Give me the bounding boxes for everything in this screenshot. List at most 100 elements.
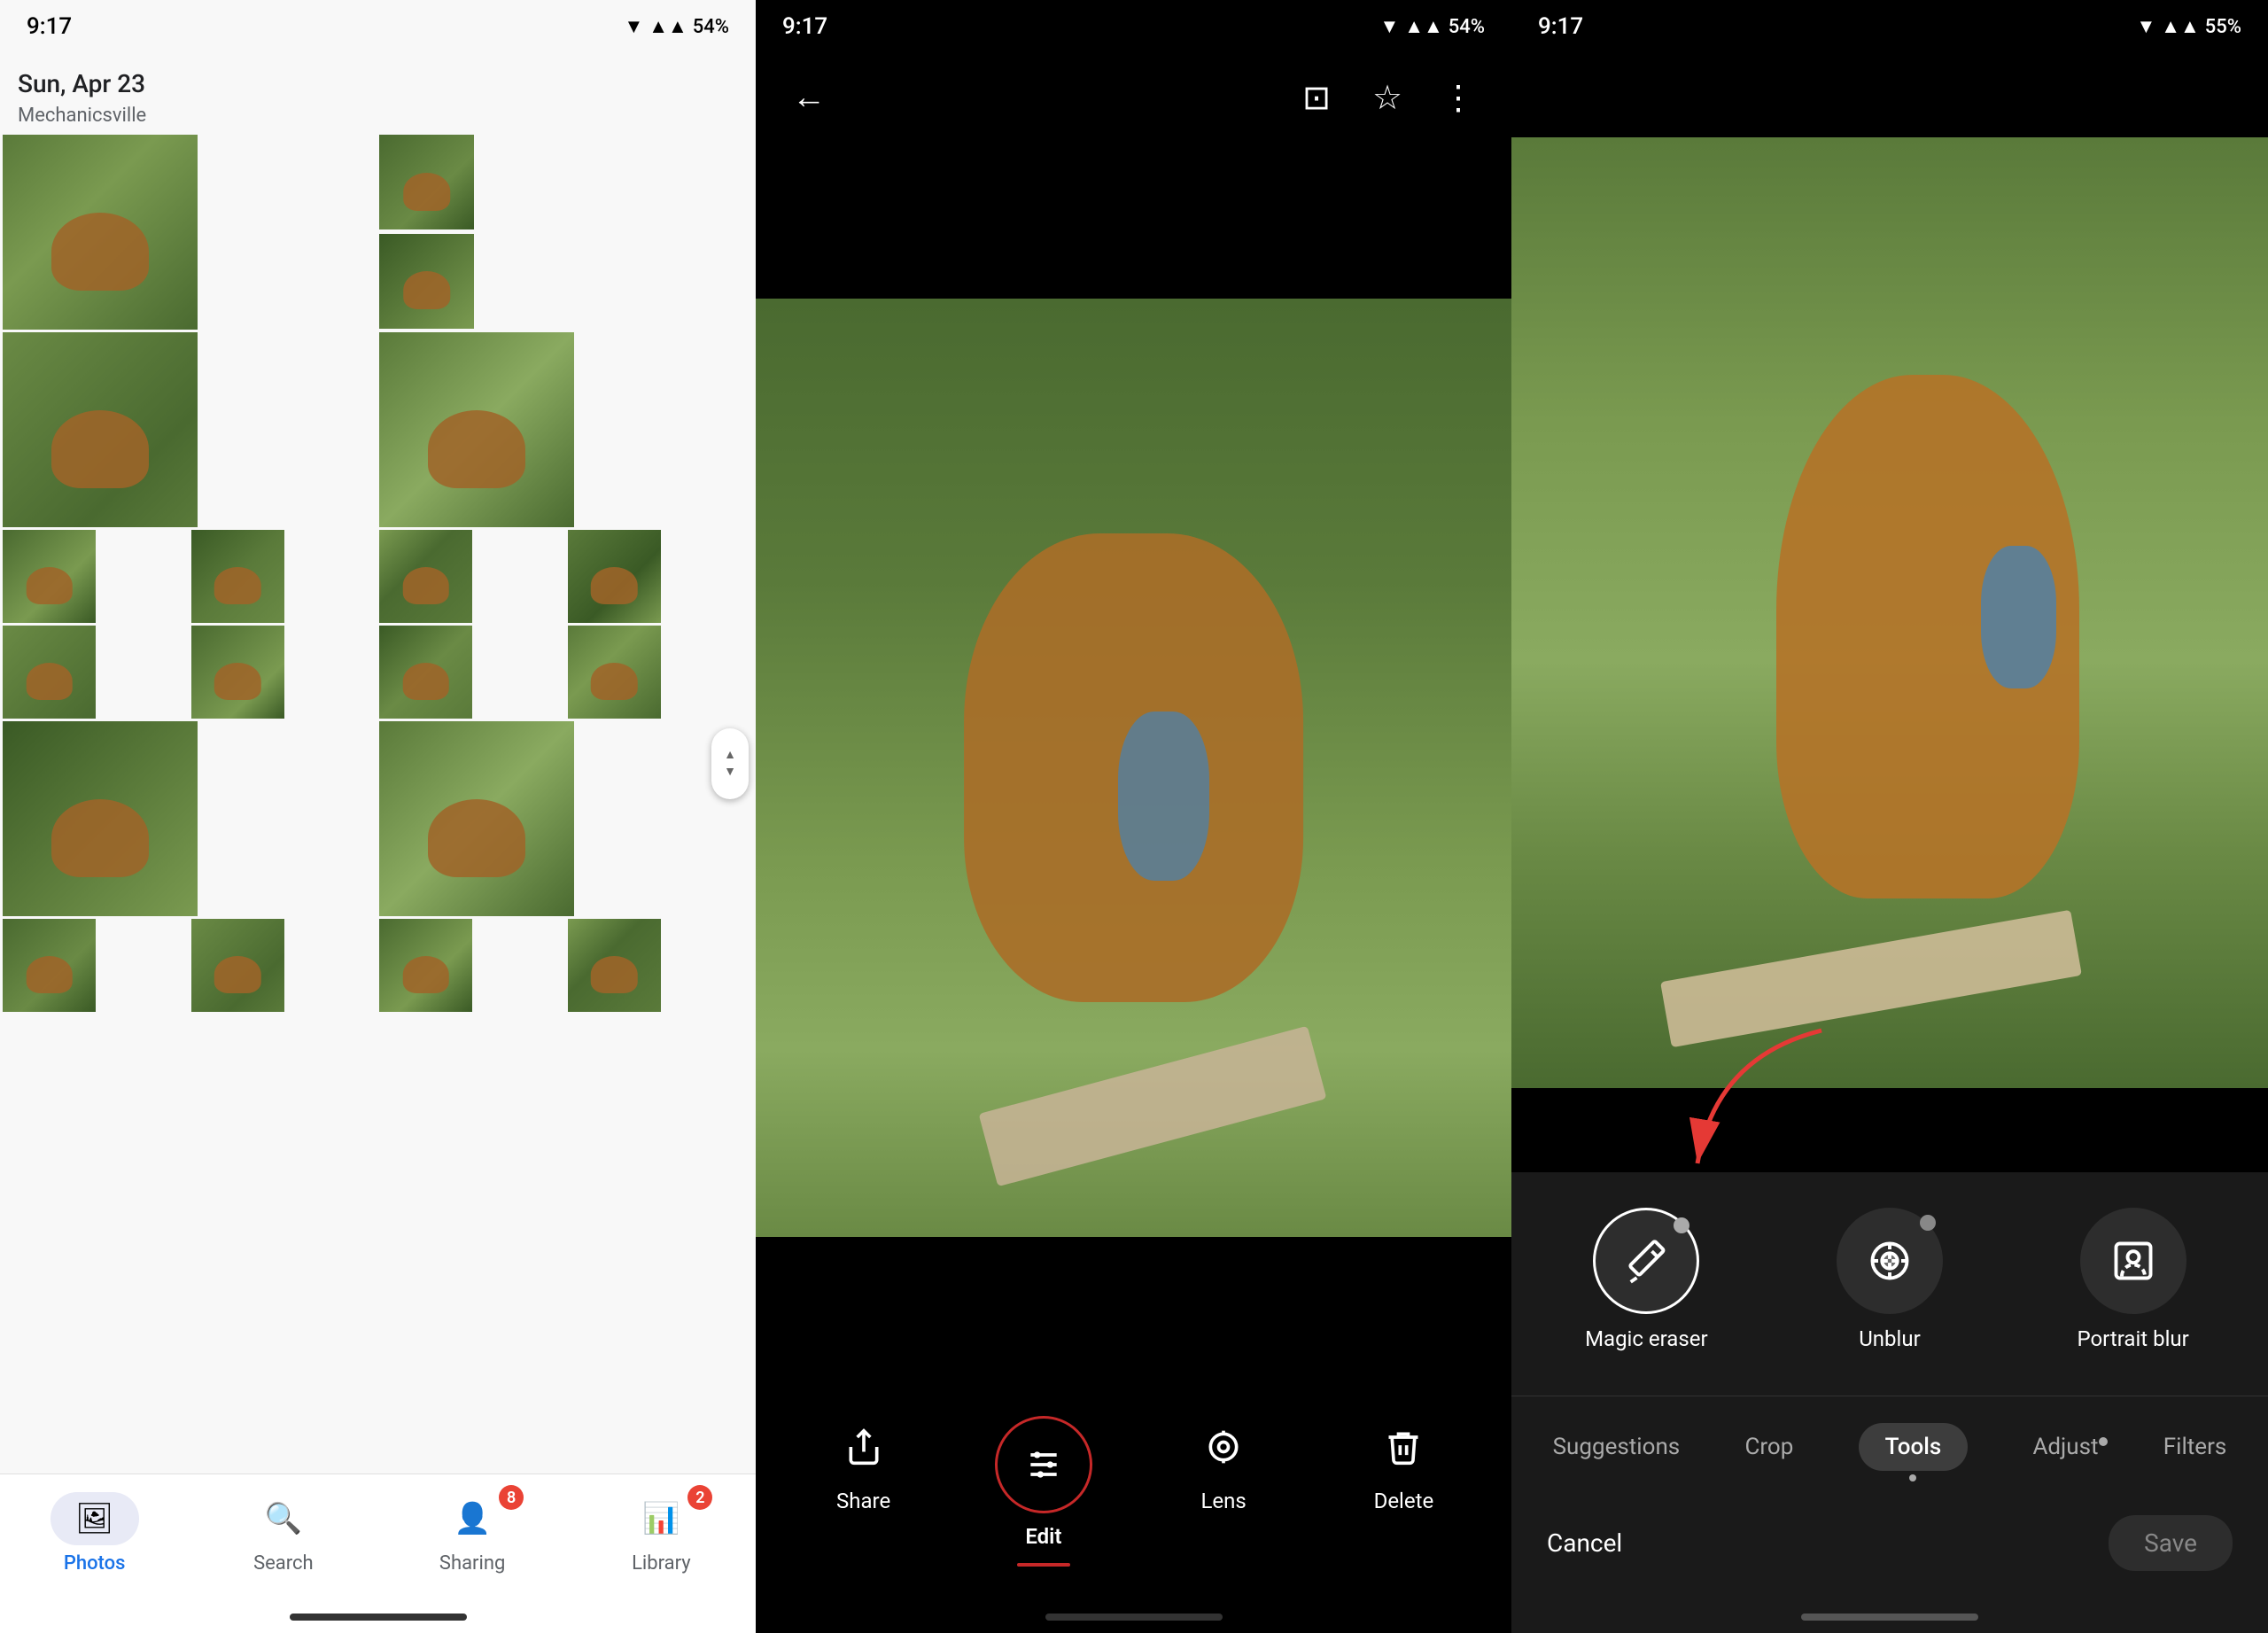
edit-circle — [995, 1416, 1092, 1513]
magic-eraser-label: Magic eraser — [1585, 1326, 1708, 1351]
unblur-icon-bg — [1837, 1208, 1943, 1314]
photo-cell-11[interactable] — [191, 626, 284, 719]
magic-eraser-icon-bg — [1593, 1208, 1699, 1314]
back-button[interactable]: ← — [782, 71, 835, 124]
photo-cell-15[interactable] — [379, 721, 574, 916]
nav-item-photos[interactable]: 🖼 Photos — [0, 1492, 189, 1575]
photo-cell-7[interactable] — [191, 530, 284, 623]
viewer-toolbar: ← ⊡ ☆ ⋮ — [756, 53, 1511, 142]
favorite-button[interactable]: ☆ — [1361, 71, 1414, 124]
scroll-handle[interactable] — [711, 728, 749, 799]
share-icon — [833, 1416, 895, 1478]
viewer-image-area[interactable] — [756, 142, 1511, 1394]
photo-cell-12[interactable] — [379, 626, 472, 719]
signal-icon: ▲▲ — [649, 15, 687, 38]
photo-cell-17[interactable] — [191, 919, 284, 1012]
cancel-button[interactable]: Cancel — [1547, 1528, 1622, 1558]
adjust-label: Adjust — [2032, 1434, 2098, 1460]
photo-cell-5[interactable] — [379, 332, 574, 527]
photo-cell-4[interactable] — [3, 332, 198, 527]
photo-cell-3[interactable] — [379, 234, 474, 329]
home-indicator-panel2 — [756, 1589, 1511, 1633]
status-bar-panel1: 9:17 ▼ ▲▲ 54% — [0, 0, 756, 53]
suggestions-label: Suggestions — [1553, 1434, 1681, 1460]
share-label: Share — [836, 1489, 890, 1513]
photo-cell-8[interactable] — [379, 530, 472, 623]
nav-item-sharing[interactable]: 👤 8 Sharing — [378, 1492, 567, 1575]
signal-icon-p2: ▲▲ — [1404, 15, 1443, 38]
nav-item-library[interactable]: 📊 2 Library — [567, 1492, 756, 1575]
time-panel3: 9:17 — [1538, 13, 1583, 40]
photo-cell-19[interactable] — [568, 919, 661, 1012]
library-nav-label: Library — [632, 1552, 691, 1575]
more-button[interactable]: ⋮ — [1432, 71, 1485, 124]
crop-label: Crop — [1744, 1434, 1793, 1460]
edit-icon-inner — [1004, 1425, 1084, 1505]
lens-label: Lens — [1200, 1489, 1246, 1513]
photo-cell-1[interactable] — [3, 135, 198, 330]
photos-scroll-area: Sun, Apr 23 Mechanicsville — [0, 53, 756, 1474]
battery-panel1: 54% — [693, 16, 729, 38]
lens-action[interactable]: Lens — [1134, 1416, 1314, 1567]
photo-row-3 — [3, 530, 753, 623]
tab-bar: Suggestions Crop Tools Adjust Filters — [1511, 1396, 2268, 1497]
photo-cell-18[interactable] — [379, 919, 472, 1012]
search-nav-label: Search — [253, 1552, 314, 1575]
home-bar-p2 — [1045, 1614, 1223, 1621]
photo-cell-2[interactable] — [379, 135, 474, 229]
tab-adjust[interactable]: Adjust — [2015, 1425, 2116, 1469]
edit-label: Edit — [1025, 1524, 1061, 1549]
photo-cell-13[interactable] — [568, 626, 661, 719]
wifi-icon-p2: ▼ — [1379, 15, 1399, 38]
sharing-icon-wrap: 👤 8 — [428, 1492, 517, 1545]
tools-section: Magic eraser Unblur — [1511, 1172, 2268, 1396]
status-bar-panel3: 9:17 ▼ ▲▲ 55% — [1511, 0, 2268, 53]
editor-actions-row: Share Edit — [756, 1407, 1511, 1575]
panel-edit: 9:17 ▼ ▲▲ 55% — [1511, 0, 2268, 1633]
tab-suggestions[interactable]: Suggestions — [1535, 1425, 1698, 1469]
tab-tools[interactable]: Tools — [1841, 1414, 1986, 1480]
status-icons-panel1: ▼ ▲▲ 54% — [624, 15, 729, 38]
battery-panel2: 54% — [1449, 16, 1485, 38]
filters-label: Filters — [2163, 1434, 2227, 1460]
photo-cell-14[interactable] — [3, 721, 198, 916]
tool-unblur[interactable]: Unblur — [1801, 1208, 1978, 1351]
photo-cell-6[interactable] — [3, 530, 96, 623]
photos-icon: 🖼 — [75, 1501, 113, 1536]
photo-row-4 — [3, 626, 753, 719]
tab-crop[interactable]: Crop — [1727, 1425, 1811, 1469]
time-panel2: 9:17 — [782, 13, 827, 40]
nav-item-search[interactable]: 🔍 Search — [189, 1492, 377, 1575]
share-action[interactable]: Share — [773, 1416, 953, 1567]
back-icon: ← — [792, 78, 826, 117]
tools-tab-bg: Tools — [1859, 1423, 1969, 1471]
photos-icon-wrap: 🖼 — [50, 1492, 139, 1545]
favorite-icon: ☆ — [1372, 78, 1402, 118]
date-header: Sun, Apr 23 Mechanicsville — [0, 53, 756, 135]
cast-button[interactable]: ⊡ — [1290, 71, 1343, 124]
delete-action[interactable]: Delete — [1314, 1416, 1494, 1567]
home-bar-p3 — [1801, 1614, 1978, 1621]
tools-label: Tools — [1885, 1434, 1942, 1460]
lens-icon — [1192, 1416, 1254, 1478]
photo-cell-16[interactable] — [3, 919, 96, 1012]
save-button[interactable]: Save — [2109, 1515, 2233, 1571]
tools-row: Magic eraser Unblur — [1529, 1199, 2250, 1369]
edit-image-area[interactable] — [1511, 53, 2268, 1172]
photo-cell-9[interactable] — [568, 530, 661, 623]
battery-panel3: 55% — [2205, 16, 2241, 38]
photos-nav-label: Photos — [64, 1552, 126, 1575]
search-icon-wrap: 🔍 — [239, 1492, 328, 1545]
library-icon: 📊 — [642, 1501, 680, 1536]
search-icon: 🔍 — [265, 1501, 302, 1536]
panel-viewer: 9:17 ▼ ▲▲ 54% ← ⊡ ☆ ⋮ — [756, 0, 1511, 1633]
tool-portrait-blur[interactable]: Portrait blur — [2045, 1208, 2222, 1351]
tool-magic-eraser[interactable]: Magic eraser — [1557, 1208, 1735, 1351]
photo-cell-10[interactable] — [3, 626, 96, 719]
edit-action[interactable]: Edit — [953, 1416, 1133, 1567]
status-icons-panel3: ▼ ▲▲ 55% — [2136, 15, 2241, 38]
toolbar-right: ⊡ ☆ ⋮ — [1290, 71, 1485, 124]
tab-filters[interactable]: Filters — [2146, 1425, 2245, 1469]
wifi-icon: ▼ — [624, 15, 643, 38]
editor-bottom-bar: Share Edit — [756, 1394, 1511, 1589]
